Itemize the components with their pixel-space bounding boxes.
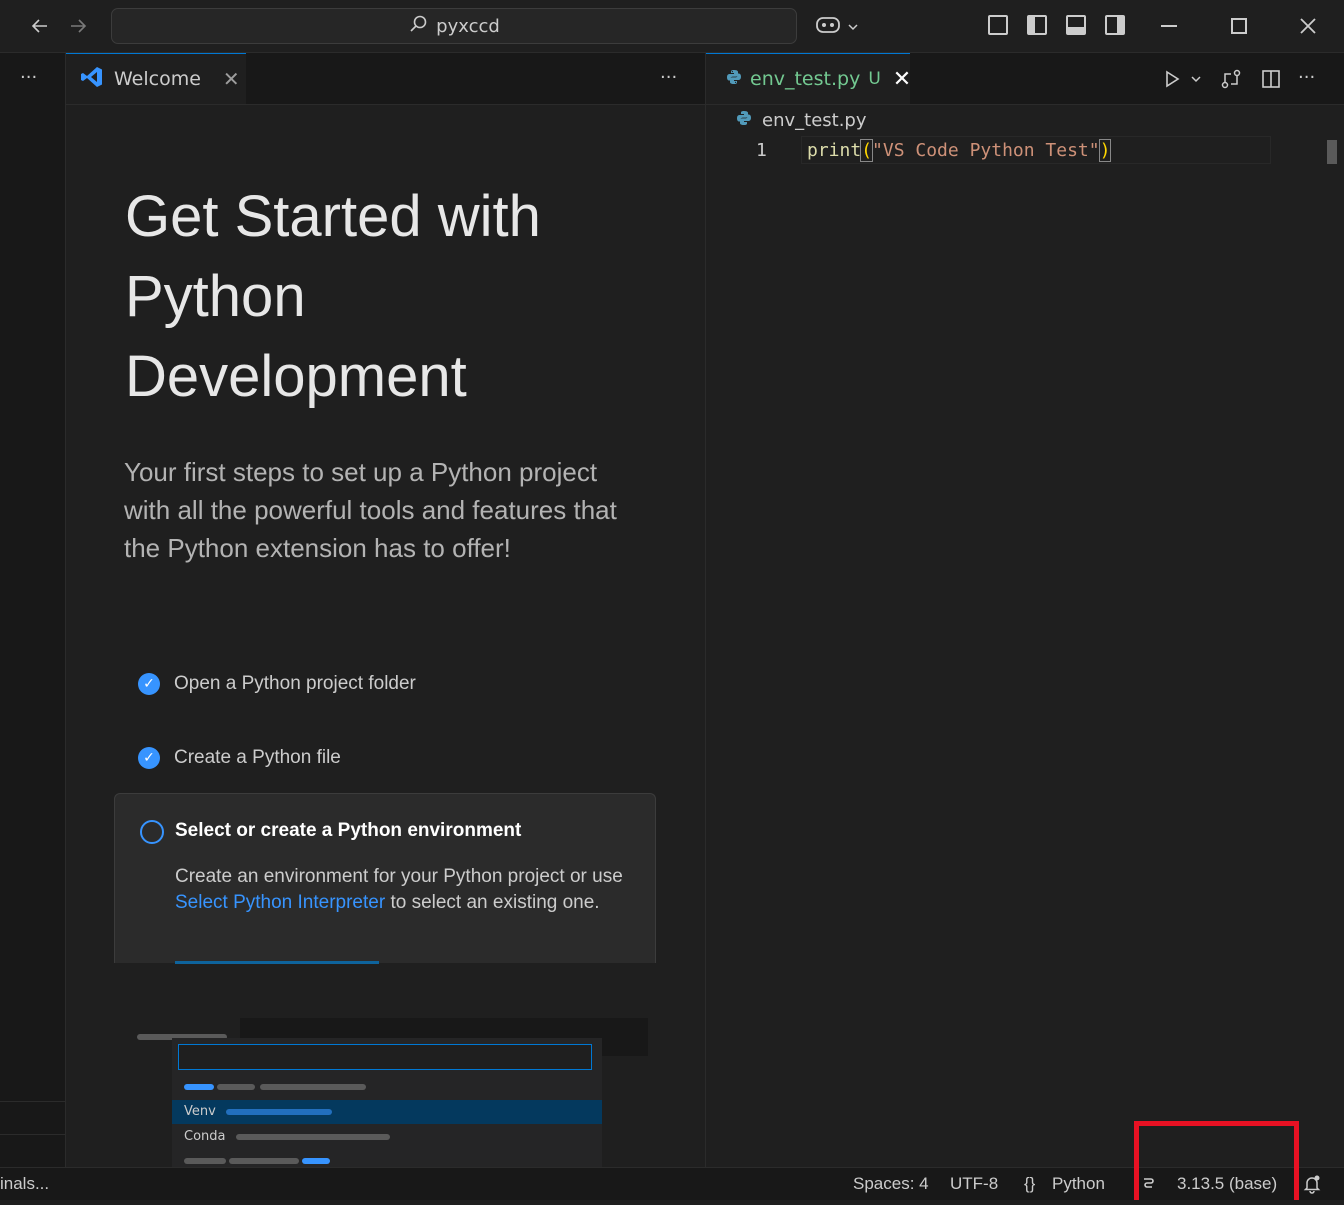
open-changes-icon[interactable]	[1220, 53, 1242, 109]
command-center-search[interactable]: pyxccd	[111, 8, 797, 44]
illustration-bar	[184, 1084, 214, 1090]
toggle-primary-sidebar-icon[interactable]	[1027, 15, 1047, 35]
status-indentation[interactable]: Spaces: 4	[853, 1168, 929, 1200]
divider	[0, 1134, 65, 1135]
check-circle-icon: ✓	[138, 673, 160, 695]
copilot-menu-button[interactable]	[815, 14, 859, 40]
chevron-down-icon	[847, 18, 859, 37]
desc-text: to select an existing one.	[385, 892, 600, 913]
code-string: "VS Code Python Test"	[872, 140, 1100, 161]
illustration-bar	[260, 1084, 366, 1090]
step-create-file[interactable]: ✓ Create a Python file	[138, 743, 341, 773]
status-language[interactable]: Python	[1052, 1168, 1105, 1200]
step-label: Create a Python file	[174, 747, 341, 768]
toggle-panel-icon[interactable]	[1066, 15, 1086, 35]
illustration-bar	[229, 1158, 299, 1164]
arrow-right-icon[interactable]	[64, 0, 92, 56]
tab-welcome[interactable]: Welcome ✕	[66, 53, 246, 104]
illustration-input	[178, 1044, 592, 1070]
status-encoding[interactable]: UTF-8	[950, 1168, 998, 1200]
illustration-bar	[226, 1109, 332, 1115]
page-subtitle: Your first steps to set up a Python proj…	[124, 457, 617, 563]
step-select-environment[interactable]: Select or create a Python environment Cr…	[114, 793, 656, 964]
toggle-secondary-sidebar-icon[interactable]	[1105, 15, 1125, 35]
check-circle-icon: ✓	[138, 747, 160, 769]
scrollbar[interactable]	[1327, 140, 1337, 164]
editor-group-right-tabs: env_test.py U ✕ ···	[706, 53, 1344, 105]
search-text: pyxccd	[436, 15, 500, 37]
split-editor-icon[interactable]	[1261, 53, 1281, 108]
left-panel-strip: ···	[0, 53, 66, 1167]
braces-icon: {}	[1024, 1174, 1036, 1193]
illustration-label: Venv	[184, 1104, 216, 1119]
illustration-label: Conda	[184, 1129, 226, 1144]
code-bracket: )	[1098, 139, 1112, 162]
action-button[interactable]	[175, 961, 379, 964]
tab-label: env_test.py	[750, 68, 861, 90]
untracked-badge: U	[868, 69, 881, 89]
illustration-bar	[236, 1134, 390, 1140]
more-actions-icon[interactable]: ···	[1298, 67, 1315, 88]
page-title: Get Started with Python Development	[125, 184, 541, 409]
code-line[interactable]: print("VS Code Python Test")	[807, 139, 1112, 162]
customize-layout-icon[interactable]	[988, 15, 1008, 35]
divider	[0, 1101, 65, 1102]
select-interpreter-link[interactable]: Select Python Interpreter	[175, 892, 385, 913]
search-icon	[408, 14, 428, 39]
run-python-file-button[interactable]	[1162, 53, 1182, 108]
code-bracket: (	[860, 139, 874, 162]
tab-env-test-py[interactable]: env_test.py U ✕	[706, 53, 911, 104]
breadcrumb-file: env_test.py	[762, 110, 867, 131]
welcome-page: Get Started with Python Development Your…	[66, 105, 705, 1167]
close-icon[interactable]: ✕	[893, 67, 911, 92]
step-title: Select or create a Python environment	[175, 820, 522, 841]
python-file-icon	[726, 69, 742, 89]
step-open-folder[interactable]: ✓ Open a Python project folder	[138, 669, 416, 699]
illustration-bar	[217, 1084, 255, 1090]
chevron-down-icon[interactable]	[1190, 53, 1202, 104]
more-actions-icon[interactable]: ···	[20, 67, 37, 88]
line-number: 1	[756, 140, 767, 161]
step-description: Create an environment for your Python pr…	[175, 864, 625, 916]
notifications-bell-icon[interactable]	[1302, 1168, 1322, 1205]
empty-circle-icon	[140, 820, 164, 844]
copilot-icon	[815, 14, 841, 40]
tab-label: Welcome	[114, 68, 201, 90]
desc-text: Create an environment for your Python pr…	[175, 866, 623, 887]
vscode-logo-icon	[80, 65, 104, 93]
arrow-left-icon[interactable]	[26, 0, 54, 56]
step-label: Open a Python project folder	[174, 673, 416, 694]
breadcrumb[interactable]: env_test.py	[736, 110, 867, 131]
close-window-icon[interactable]	[1298, 16, 1318, 40]
code-editor[interactable]: 1 print("VS Code Python Test")	[706, 130, 1344, 1167]
illustration-bar	[302, 1158, 330, 1164]
title-bar: pyxccd	[0, 0, 1344, 53]
maximize-icon[interactable]	[1231, 18, 1247, 34]
status-terminals[interactable]: inals...	[0, 1168, 49, 1200]
minimize-icon[interactable]	[1161, 25, 1177, 27]
editor-group-left-tabs: Welcome ✕ ···	[66, 53, 705, 105]
more-actions-icon[interactable]: ···	[660, 67, 677, 88]
close-icon[interactable]: ✕	[223, 67, 240, 91]
illustration-bar	[184, 1158, 226, 1164]
code-function: print	[807, 140, 862, 161]
highlight-annotation-box	[1134, 1121, 1299, 1200]
python-file-icon	[736, 110, 752, 131]
